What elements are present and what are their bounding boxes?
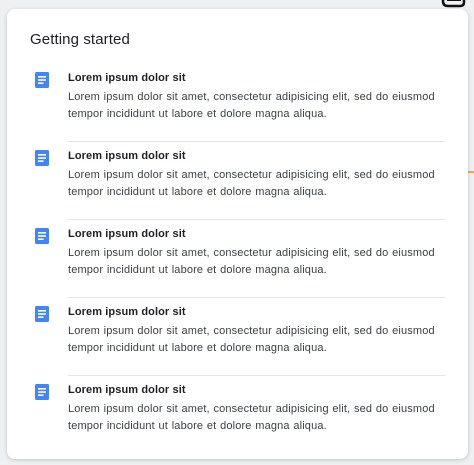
item-title: Lorem ipsum dolor sit bbox=[68, 150, 186, 162]
item-description: Lorem ipsum dolor sit amet, consectetur … bbox=[68, 247, 435, 276]
item-description: Lorem ipsum dolor sit amet, consectetur … bbox=[68, 403, 435, 432]
document-icon bbox=[35, 228, 49, 244]
item-description: Lorem ipsum dolor sit amet, consectetur … bbox=[68, 91, 435, 120]
list-item[interactable]: Lorem ipsum dolor sit Lorem ipsum dolor … bbox=[7, 64, 468, 142]
document-icon bbox=[35, 306, 49, 322]
item-text: Lorem ipsum dolor sit Lorem ipsum dolor … bbox=[68, 227, 445, 279]
item-list: Lorem ipsum dolor sit Lorem ipsum dolor … bbox=[7, 64, 468, 454]
item-description: Lorem ipsum dolor sit amet, consectetur … bbox=[68, 169, 435, 198]
item-text: Lorem ipsum dolor sit Lorem ipsum dolor … bbox=[68, 383, 445, 435]
document-icon bbox=[35, 72, 49, 88]
list-item[interactable]: Lorem ipsum dolor sit Lorem ipsum dolor … bbox=[7, 298, 468, 376]
screen: Getting started Lorem ipsum dolor sit Lo… bbox=[0, 0, 474, 465]
card-title: Getting started bbox=[30, 31, 130, 48]
getting-started-card: Getting started Lorem ipsum dolor sit Lo… bbox=[7, 9, 468, 459]
item-title: Lorem ipsum dolor sit bbox=[68, 306, 186, 318]
item-title: Lorem ipsum dolor sit bbox=[68, 228, 186, 240]
item-text: Lorem ipsum dolor sit Lorem ipsum dolor … bbox=[68, 71, 445, 123]
item-title: Lorem ipsum dolor sit bbox=[68, 72, 186, 84]
item-title: Lorem ipsum dolor sit bbox=[68, 384, 186, 396]
list-item[interactable]: Lorem ipsum dolor sit Lorem ipsum dolor … bbox=[7, 220, 468, 298]
item-text: Lorem ipsum dolor sit Lorem ipsum dolor … bbox=[68, 149, 445, 201]
document-icon bbox=[35, 150, 49, 166]
item-text: Lorem ipsum dolor sit Lorem ipsum dolor … bbox=[68, 305, 445, 357]
list-item[interactable]: Lorem ipsum dolor sit Lorem ipsum dolor … bbox=[7, 376, 468, 454]
document-icon bbox=[35, 384, 49, 400]
item-description: Lorem ipsum dolor sit amet, consectetur … bbox=[68, 325, 435, 354]
list-item[interactable]: Lorem ipsum dolor sit Lorem ipsum dolor … bbox=[7, 142, 468, 220]
